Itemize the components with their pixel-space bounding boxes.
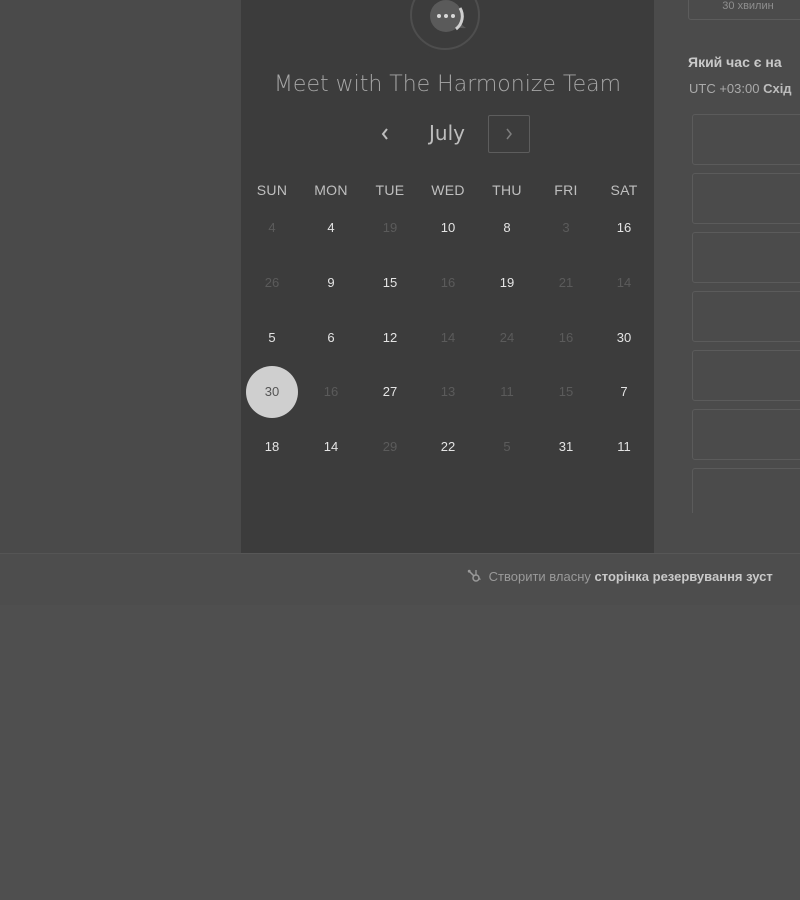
- calendar-day-selected[interactable]: 30: [246, 366, 298, 418]
- calendar-day[interactable]: 6: [311, 318, 351, 358]
- calendar-day[interactable]: 19: [487, 263, 527, 303]
- month-navigation: July: [241, 113, 654, 155]
- weekday-sun: SUN: [256, 182, 288, 198]
- time-slot-button[interactable]: [692, 232, 800, 283]
- calendar-day[interactable]: 22: [428, 427, 468, 467]
- calendar-day: 21: [558, 275, 574, 290]
- weekday-wed: WED: [431, 182, 465, 198]
- footer-bar: Створити власну сторінка резервування зу…: [241, 553, 800, 605]
- footer-link-prefix: Створити власну: [488, 569, 591, 584]
- slot-list-fade: [654, 513, 800, 553]
- calendar-day: 3: [562, 220, 570, 235]
- calendar-day: 16: [323, 384, 339, 399]
- time-slot-button[interactable]: [692, 114, 800, 165]
- calendar-day[interactable]: 14: [311, 427, 351, 467]
- time-question-heading: Який час є на: [688, 54, 782, 70]
- left-footer-strip: [0, 554, 241, 605]
- create-booking-page-link[interactable]: Створити власну сторінка резервування зу…: [467, 569, 773, 584]
- meeting-title: Meet with The Harmonize Team: [273, 72, 622, 97]
- calendar-day: 4: [268, 220, 276, 235]
- calendar-day[interactable]: 10: [428, 208, 468, 248]
- calendar-day[interactable]: 18: [252, 427, 292, 467]
- calendar-day[interactable]: 4: [311, 208, 351, 248]
- calendar-day[interactable]: 7: [604, 372, 644, 412]
- sprocket-icon: [467, 569, 481, 582]
- calendar-day[interactable]: 9: [311, 263, 351, 303]
- time-slot-button[interactable]: [692, 409, 800, 460]
- weekday-thu: THU: [492, 182, 522, 198]
- calendar-day[interactable]: 31: [546, 427, 586, 467]
- calendar-day[interactable]: 27: [370, 372, 410, 412]
- calendar-day: 11: [500, 384, 514, 399]
- month-label: July: [429, 121, 465, 145]
- timezone-selector[interactable]: UTC +03:00 Схід: [689, 81, 792, 96]
- calendar-day: 14: [616, 275, 632, 290]
- time-slot-button[interactable]: [692, 468, 800, 519]
- time-slot-button[interactable]: [692, 173, 800, 224]
- calendar-grid: 4 4 19 10 8 3 16 26 9 15 16 19 21 14 5 6 12 14 24 16 30 30 16 2…: [241, 200, 654, 480]
- calendar-day[interactable]: 11: [604, 427, 644, 467]
- footer-link-bold: сторінка резервування зуст: [594, 569, 773, 584]
- calendar-day: 16: [440, 275, 456, 290]
- chevron-left-icon: [381, 128, 388, 140]
- time-slot-button[interactable]: [692, 291, 800, 342]
- prev-month-button[interactable]: [373, 119, 397, 149]
- timezone-offset: UTC +03:00: [689, 81, 760, 96]
- calendar-day: 19: [382, 220, 398, 235]
- calendar-panel: Meet with The Harmonize Team July SUN MON…: [241, 0, 654, 553]
- avatar: [406, 0, 486, 56]
- left-blank-area: [0, 0, 241, 554]
- calendar-day: 15: [558, 384, 574, 399]
- calendar-day[interactable]: 12: [370, 318, 410, 358]
- calendar-day: 29: [382, 439, 398, 454]
- calendar-day: 14: [440, 330, 456, 345]
- calendar-day[interactable]: 16: [604, 208, 644, 248]
- weekday-fri: FRI: [554, 182, 578, 198]
- time-slot-panel: 30 хвилин Який час є на UTC +03:00 Схід: [654, 0, 800, 553]
- chat-bubble-icon: [430, 0, 466, 32]
- duration-tab[interactable]: 30 хвилин: [688, 0, 800, 20]
- weekday-sat: SAT: [610, 182, 638, 198]
- calendar-day: 13: [440, 384, 456, 399]
- weekday-mon: MON: [314, 182, 348, 198]
- next-month-button[interactable]: [488, 115, 530, 153]
- calendar-day: 5: [503, 439, 511, 454]
- timezone-name: Схід: [763, 81, 792, 96]
- calendar-day: 24: [499, 330, 515, 345]
- weekday-header: SUN MON TUE WED THU FRI SAT: [241, 182, 654, 202]
- calendar-day: 26: [264, 275, 280, 290]
- time-slot-button[interactable]: [692, 350, 800, 401]
- calendar-day: 16: [558, 330, 574, 345]
- weekday-tue: TUE: [375, 182, 405, 198]
- calendar-day[interactable]: 8: [487, 208, 527, 248]
- chevron-right-icon: [506, 128, 512, 140]
- calendar-day[interactable]: 15: [370, 263, 410, 303]
- calendar-day[interactable]: 5: [252, 318, 292, 358]
- calendar-day[interactable]: 30: [604, 318, 644, 358]
